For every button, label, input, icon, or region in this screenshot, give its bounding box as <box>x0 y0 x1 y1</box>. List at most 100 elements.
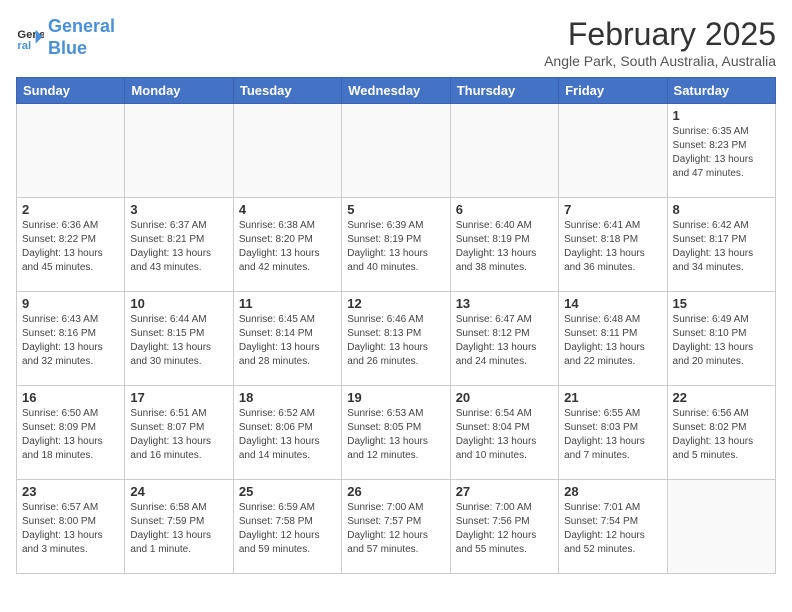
day-info: Sunrise: 6:35 AM Sunset: 8:23 PM Dayligh… <box>673 125 770 181</box>
day-info: Sunrise: 6:40 AM Sunset: 8:19 PM Dayligh… <box>456 219 553 275</box>
day-info: Sunrise: 6:51 AM Sunset: 8:07 PM Dayligh… <box>130 407 227 463</box>
week-row-2: 2 Sunrise: 6:36 AM Sunset: 8:22 PM Daylig… <box>17 198 776 292</box>
day-number: 23 <box>22 484 119 499</box>
calendar-header-row: Sunday Monday Tuesday Wednesday Thursday… <box>17 78 776 104</box>
day-number: 24 <box>130 484 227 499</box>
logo-line1: General <box>48 16 115 36</box>
day-number: 20 <box>456 390 553 405</box>
day-number: 17 <box>130 390 227 405</box>
day-info: Sunrise: 6:46 AM Sunset: 8:13 PM Dayligh… <box>347 313 444 369</box>
day-number: 10 <box>130 296 227 311</box>
day-number: 18 <box>239 390 336 405</box>
col-tuesday: Tuesday <box>233 78 341 104</box>
day-info: Sunrise: 6:39 AM Sunset: 8:19 PM Dayligh… <box>347 219 444 275</box>
day-number: 4 <box>239 202 336 217</box>
location-title: Angle Park, South Australia, Australia <box>544 53 776 69</box>
table-cell: 26Sunrise: 7:00 AM Sunset: 7:57 PM Dayli… <box>342 480 450 574</box>
day-info: Sunrise: 6:47 AM Sunset: 8:12 PM Dayligh… <box>456 313 553 369</box>
table-cell: 14 Sunrise: 6:48 AM Sunset: 8:11 PM Dayli… <box>559 292 667 386</box>
day-number: 14 <box>564 296 661 311</box>
table-cell: 23 Sunrise: 6:57 AM Sunset: 8:00 PM Dayli… <box>17 480 125 574</box>
table-cell: 25 Sunrise: 6:59 AM Sunset: 7:58 PM Dayli… <box>233 480 341 574</box>
table-cell: 8Sunrise: 6:42 AM Sunset: 8:17 PM Daylig… <box>667 198 775 292</box>
table-cell: 7 Sunrise: 6:41 AM Sunset: 8:18 PM Daylig… <box>559 198 667 292</box>
day-number: 6 <box>456 202 553 217</box>
table-cell: 24 Sunrise: 6:58 AM Sunset: 7:59 PM Dayli… <box>125 480 233 574</box>
day-number: 12 <box>347 296 444 311</box>
month-title: February 2025 <box>544 16 776 53</box>
day-info: Sunrise: 6:52 AM Sunset: 8:06 PM Dayligh… <box>239 407 336 463</box>
day-number: 28 <box>564 484 661 499</box>
day-info: Sunrise: 6:45 AM Sunset: 8:14 PM Dayligh… <box>239 313 336 369</box>
day-info: Sunrise: 6:49 AM Sunset: 8:10 PM Dayligh… <box>673 313 770 369</box>
week-row-3: 9 Sunrise: 6:43 AM Sunset: 8:16 PM Daylig… <box>17 292 776 386</box>
day-info: Sunrise: 6:48 AM Sunset: 8:11 PM Dayligh… <box>564 313 661 369</box>
table-cell <box>559 104 667 198</box>
day-number: 7 <box>564 202 661 217</box>
logo-line2: Blue <box>48 38 87 58</box>
table-cell: 16 Sunrise: 6:50 AM Sunset: 8:09 PM Dayli… <box>17 386 125 480</box>
table-cell <box>450 104 558 198</box>
table-cell: 10 Sunrise: 6:44 AM Sunset: 8:15 PM Dayli… <box>125 292 233 386</box>
day-number: 16 <box>22 390 119 405</box>
table-cell: 13 Sunrise: 6:47 AM Sunset: 8:12 PM Dayli… <box>450 292 558 386</box>
day-number: 15 <box>673 296 770 311</box>
day-number: 26 <box>347 484 444 499</box>
day-info: Sunrise: 6:59 AM Sunset: 7:58 PM Dayligh… <box>239 501 336 557</box>
col-wednesday: Wednesday <box>342 78 450 104</box>
day-number: 11 <box>239 296 336 311</box>
day-number: 27 <box>456 484 553 499</box>
logo-icon: Gene ral <box>16 24 44 52</box>
col-thursday: Thursday <box>450 78 558 104</box>
svg-text:ral: ral <box>17 40 31 52</box>
day-info: Sunrise: 6:38 AM Sunset: 8:20 PM Dayligh… <box>239 219 336 275</box>
day-info: Sunrise: 6:57 AM Sunset: 8:00 PM Dayligh… <box>22 501 119 557</box>
col-sunday: Sunday <box>17 78 125 104</box>
day-number: 1 <box>673 108 770 123</box>
day-info: Sunrise: 6:36 AM Sunset: 8:22 PM Dayligh… <box>22 219 119 275</box>
day-info: Sunrise: 7:01 AM Sunset: 7:54 PM Dayligh… <box>564 501 661 557</box>
day-info: Sunrise: 6:43 AM Sunset: 8:16 PM Dayligh… <box>22 313 119 369</box>
day-info: Sunrise: 6:50 AM Sunset: 8:09 PM Dayligh… <box>22 407 119 463</box>
table-cell: 21 Sunrise: 6:55 AM Sunset: 8:03 PM Dayli… <box>559 386 667 480</box>
table-cell: 3Sunrise: 6:37 AM Sunset: 8:21 PM Daylig… <box>125 198 233 292</box>
table-cell: 20 Sunrise: 6:54 AM Sunset: 8:04 PM Dayli… <box>450 386 558 480</box>
day-number: 19 <box>347 390 444 405</box>
table-cell: 4 Sunrise: 6:38 AM Sunset: 8:20 PM Daylig… <box>233 198 341 292</box>
day-number: 25 <box>239 484 336 499</box>
table-cell: 22Sunrise: 6:56 AM Sunset: 8:02 PM Dayli… <box>667 386 775 480</box>
col-friday: Friday <box>559 78 667 104</box>
col-monday: Monday <box>125 78 233 104</box>
table-cell: 17 Sunrise: 6:51 AM Sunset: 8:07 PM Dayli… <box>125 386 233 480</box>
table-cell <box>17 104 125 198</box>
week-row-1: 1 Sunrise: 6:35 AM Sunset: 8:23 PM Daylig… <box>17 104 776 198</box>
week-row-5: 23 Sunrise: 6:57 AM Sunset: 8:00 PM Dayli… <box>17 480 776 574</box>
table-cell: 27 Sunrise: 7:00 AM Sunset: 7:56 PM Dayli… <box>450 480 558 574</box>
table-cell: 1 Sunrise: 6:35 AM Sunset: 8:23 PM Daylig… <box>667 104 775 198</box>
day-info: Sunrise: 6:58 AM Sunset: 7:59 PM Dayligh… <box>130 501 227 557</box>
day-info: Sunrise: 6:55 AM Sunset: 8:03 PM Dayligh… <box>564 407 661 463</box>
day-number: 22 <box>673 390 770 405</box>
day-info: Sunrise: 6:44 AM Sunset: 8:15 PM Dayligh… <box>130 313 227 369</box>
day-number: 21 <box>564 390 661 405</box>
table-cell: 2 Sunrise: 6:36 AM Sunset: 8:22 PM Daylig… <box>17 198 125 292</box>
day-info: Sunrise: 6:54 AM Sunset: 8:04 PM Dayligh… <box>456 407 553 463</box>
table-cell: 9 Sunrise: 6:43 AM Sunset: 8:16 PM Daylig… <box>17 292 125 386</box>
day-info: Sunrise: 6:53 AM Sunset: 8:05 PM Dayligh… <box>347 407 444 463</box>
table-cell: 5Sunrise: 6:39 AM Sunset: 8:19 PM Daylig… <box>342 198 450 292</box>
logo: Gene ral General Blue <box>16 16 115 59</box>
day-number: 9 <box>22 296 119 311</box>
day-info: Sunrise: 6:41 AM Sunset: 8:18 PM Dayligh… <box>564 219 661 275</box>
col-saturday: Saturday <box>667 78 775 104</box>
calendar: Sunday Monday Tuesday Wednesday Thursday… <box>16 77 776 574</box>
table-cell <box>342 104 450 198</box>
table-cell <box>125 104 233 198</box>
day-number: 8 <box>673 202 770 217</box>
day-number: 13 <box>456 296 553 311</box>
day-info: Sunrise: 7:00 AM Sunset: 7:56 PM Dayligh… <box>456 501 553 557</box>
table-cell: 15 Sunrise: 6:49 AM Sunset: 8:10 PM Dayli… <box>667 292 775 386</box>
table-cell: 28 Sunrise: 7:01 AM Sunset: 7:54 PM Dayli… <box>559 480 667 574</box>
day-number: 2 <box>22 202 119 217</box>
week-row-4: 16 Sunrise: 6:50 AM Sunset: 8:09 PM Dayli… <box>17 386 776 480</box>
table-cell <box>233 104 341 198</box>
